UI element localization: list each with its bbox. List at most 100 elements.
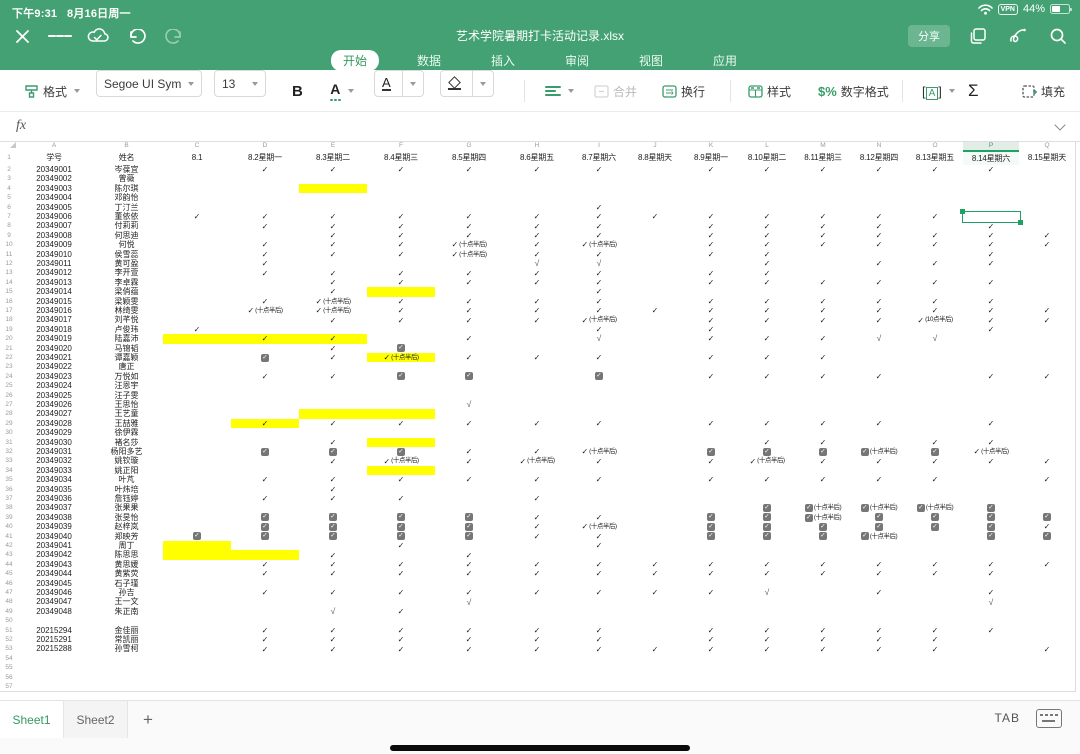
- bold-button[interactable]: B: [292, 70, 303, 112]
- pen-draw-icon[interactable]: [1006, 24, 1030, 48]
- alignment-button[interactable]: [545, 70, 574, 112]
- check-mark: ✓: [581, 240, 588, 249]
- check-mark: ✓: [315, 297, 322, 306]
- chevron-down-icon[interactable]: [1054, 119, 1065, 130]
- sheet-tab-sheet1[interactable]: Sheet1: [0, 701, 64, 738]
- date-header-cell[interactable]: 8.7星期六: [571, 150, 628, 166]
- cell-G57[interactable]: [435, 682, 504, 692]
- check-mark: ✓: [398, 494, 405, 503]
- late-checkin-note: (十点半后): [459, 240, 486, 249]
- duplicate-window-icon[interactable]: [966, 24, 990, 48]
- cell-Q57[interactable]: [1019, 682, 1076, 692]
- formula-bar[interactable]: fx: [0, 112, 1080, 142]
- cell-A57[interactable]: [18, 682, 91, 692]
- check-mark: ✓: [764, 475, 771, 484]
- date-header-cell[interactable]: 8.13星期五: [907, 150, 964, 166]
- search-icon[interactable]: [1046, 24, 1070, 48]
- cell-F57[interactable]: [367, 682, 436, 692]
- selection-handle[interactable]: [960, 209, 965, 214]
- date-header-cell[interactable]: 8.9星期一: [683, 150, 740, 166]
- selection-handle[interactable]: [1018, 220, 1023, 225]
- check-mark: ✓: [534, 635, 541, 644]
- autosum-button[interactable]: Σ: [968, 70, 979, 112]
- cell-B57[interactable]: [90, 682, 164, 692]
- date-header-cell[interactable]: 8.14星期六: [963, 150, 1020, 166]
- check-mark: ✓: [596, 513, 603, 522]
- fx-label: fx: [16, 118, 26, 134]
- share-button[interactable]: 分享: [908, 25, 950, 47]
- check-mark: ✓: [330, 353, 337, 362]
- tab-key-button[interactable]: TAB: [995, 711, 1020, 725]
- check-mark: ✓: [876, 316, 883, 325]
- check-mark: ✓: [708, 212, 715, 221]
- check-mark: ✓: [398, 240, 405, 249]
- check-mark: ✓: [596, 645, 603, 654]
- check-mark: ✓: [764, 569, 771, 578]
- tab-apps[interactable]: 应用: [701, 50, 749, 71]
- checkbox-mark: ✓: [861, 532, 869, 540]
- cell-P57[interactable]: [963, 682, 1020, 692]
- date-header-cell[interactable]: 8.8星期天: [627, 150, 684, 166]
- date-header-cell[interactable]: 姓名: [90, 150, 164, 166]
- check-mark: ✓: [988, 560, 995, 569]
- cell-O57[interactable]: [907, 682, 964, 692]
- add-sheet-button[interactable]: +: [128, 701, 168, 738]
- date-header-cell[interactable]: 8.11星期三: [795, 150, 852, 166]
- check-mark: ✓: [708, 645, 715, 654]
- keyboard-toggle-icon[interactable]: [1036, 709, 1062, 728]
- date-header-cell[interactable]: 8.4星期三: [367, 150, 436, 166]
- cell-C57[interactable]: [163, 682, 232, 692]
- fill-caret[interactable]: [472, 71, 493, 96]
- check-mark: ✓: [988, 278, 995, 287]
- row-number-57[interactable]: 57: [0, 682, 19, 692]
- cell-J57[interactable]: [627, 682, 684, 692]
- font-family-select[interactable]: Segoe UI Sym...: [96, 70, 202, 97]
- tab-review[interactable]: 审阅: [553, 50, 601, 71]
- cell-K57[interactable]: [683, 682, 740, 692]
- cell-D57[interactable]: [231, 682, 300, 692]
- check-mark: ✓: [262, 222, 269, 231]
- check-mark: ✓: [596, 222, 603, 231]
- date-header-cell[interactable]: 8.15星期天: [1019, 150, 1076, 166]
- home-indicator: [390, 745, 690, 751]
- underline-color-split-button[interactable]: A: [374, 70, 424, 97]
- wrap-text-button[interactable]: 换行: [662, 70, 705, 112]
- tab-insert[interactable]: 插入: [479, 50, 527, 71]
- cell-H57[interactable]: [503, 682, 572, 692]
- underline-caret[interactable]: [402, 71, 423, 96]
- date-header-cell[interactable]: 8.1: [163, 150, 232, 166]
- font-color-button[interactable]: A: [330, 70, 354, 112]
- tab-view[interactable]: 视图: [627, 50, 675, 71]
- date-header-cell[interactable]: 8.2星期一: [231, 150, 300, 166]
- format-painter-button[interactable]: 格式: [24, 70, 80, 112]
- cell-styles-button[interactable]: 样式: [748, 70, 791, 112]
- reading-layout-button[interactable]: [A]: [922, 70, 955, 112]
- selected-cell-outline[interactable]: [962, 211, 1021, 223]
- fill-color-split-button[interactable]: [440, 70, 494, 97]
- tab-home[interactable]: 开始: [331, 50, 379, 71]
- cell-I57[interactable]: [571, 682, 628, 692]
- sheet-tab-sheet2[interactable]: Sheet2: [64, 701, 128, 738]
- check-mark: ✓: [466, 626, 473, 635]
- spreadsheet-grid[interactable]: ABCDEFGHIJKLMNOPQ1学号姓名8.18.2星期一8.3星期二8.4…: [0, 142, 1080, 700]
- check-mark: ✓: [764, 626, 771, 635]
- cell-L57[interactable]: [739, 682, 796, 692]
- checkbox-mark: ✓: [861, 448, 869, 456]
- date-header-cell[interactable]: 8.5星期四: [435, 150, 504, 166]
- check-mark: ✓: [398, 316, 405, 325]
- tab-data[interactable]: 数据: [405, 50, 453, 71]
- cell-E57[interactable]: [299, 682, 368, 692]
- fill-cells-button[interactable]: 填充: [1022, 70, 1065, 112]
- number-format-button[interactable]: $% 数字格式: [818, 70, 889, 112]
- row-number-1[interactable]: 1: [0, 150, 19, 166]
- date-header-cell[interactable]: 8.12星期四: [851, 150, 908, 166]
- date-header-cell[interactable]: 8.10星期二: [739, 150, 796, 166]
- date-header-cell[interactable]: 8.6星期五: [503, 150, 572, 166]
- cell-M57[interactable]: [795, 682, 852, 692]
- date-header-cell[interactable]: 学号: [18, 150, 91, 166]
- check-mark: ✓: [820, 475, 827, 484]
- font-size-select[interactable]: 13: [214, 70, 266, 97]
- check-mark: ✓: [764, 212, 771, 221]
- cell-N57[interactable]: [851, 682, 908, 692]
- date-header-cell[interactable]: 8.3星期二: [299, 150, 368, 166]
